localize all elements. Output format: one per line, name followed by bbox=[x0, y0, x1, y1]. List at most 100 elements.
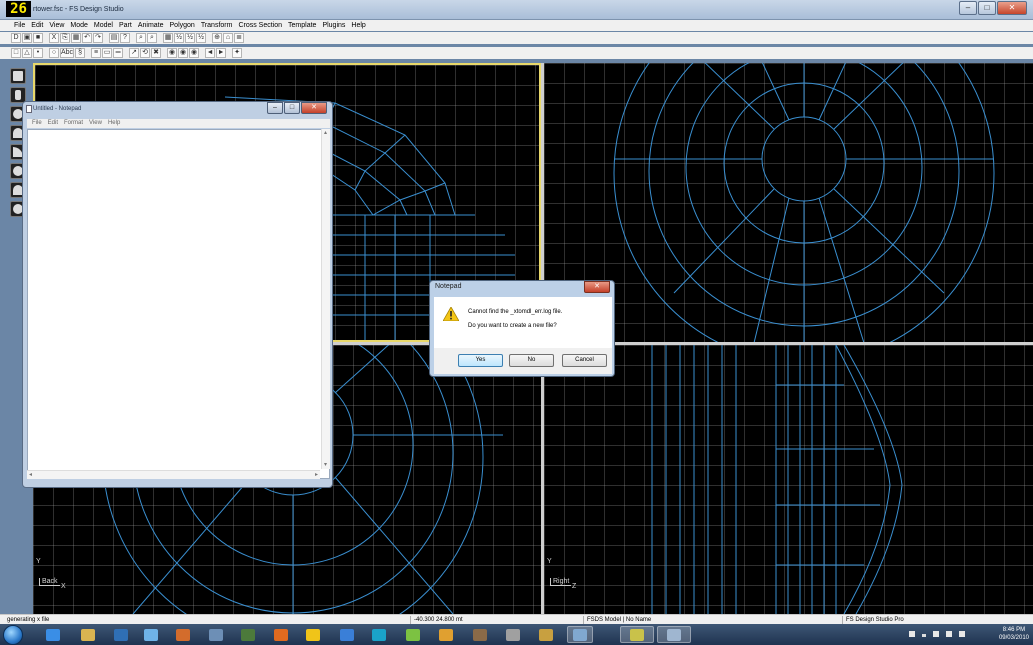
main-tool-6-icon[interactable]: ▦ bbox=[71, 33, 81, 43]
main-tool-11-icon[interactable]: ? bbox=[120, 33, 130, 43]
volume-icon[interactable] bbox=[959, 631, 965, 637]
viewport-top-right[interactable] bbox=[544, 63, 1033, 342]
main-tool-21-icon[interactable]: ⊕ bbox=[212, 33, 222, 43]
main-tool-18-icon[interactable]: ½ bbox=[185, 33, 195, 43]
taskbar-app-11-icon[interactable] bbox=[400, 626, 426, 643]
main-tool-8-icon[interactable]: ↷ bbox=[93, 33, 103, 43]
menu-template[interactable]: Template bbox=[285, 20, 319, 31]
draw-tool-23-icon[interactable]: ✦ bbox=[232, 48, 243, 58]
draw-tool-18-icon[interactable]: ◉ bbox=[189, 48, 200, 58]
draw-tool-9-icon[interactable]: ▭ bbox=[102, 48, 113, 58]
notepad-text-area[interactable] bbox=[27, 129, 330, 479]
notepad-menu-file[interactable]: File bbox=[29, 119, 45, 128]
start-button[interactable] bbox=[3, 625, 23, 645]
taskbar-app-14-icon[interactable] bbox=[500, 626, 526, 643]
draw-tool-21-icon[interactable]: ► bbox=[216, 48, 227, 58]
dialog-close-button[interactable]: ✕ bbox=[584, 281, 610, 293]
draw-tool-2-icon[interactable]: • bbox=[33, 48, 43, 58]
menu-help[interactable]: Help bbox=[348, 20, 368, 31]
menu-plugins[interactable]: Plugins bbox=[319, 20, 348, 31]
close-button[interactable]: ✕ bbox=[997, 1, 1027, 15]
taskbar-app-12-icon[interactable] bbox=[433, 626, 459, 643]
keyboard-icon[interactable] bbox=[909, 631, 915, 637]
notepad-close-button[interactable]: ✕ bbox=[301, 102, 327, 114]
main-tool-13-icon[interactable]: ⌕ bbox=[136, 33, 146, 43]
menu-mode[interactable]: Mode bbox=[67, 20, 91, 31]
taskbar-fsds-icon[interactable] bbox=[657, 626, 691, 643]
menu-file[interactable]: File bbox=[11, 20, 28, 31]
toolbar-separator bbox=[200, 48, 204, 58]
menu-animate[interactable]: Animate bbox=[135, 20, 167, 31]
no-button[interactable]: No bbox=[509, 354, 554, 367]
viewport-bottom-right[interactable]: Y Right Z bbox=[544, 345, 1033, 614]
taskbar-app-4-icon[interactable] bbox=[170, 626, 196, 643]
taskbar-app-10-icon[interactable] bbox=[366, 626, 392, 643]
cancel-button[interactable]: Cancel bbox=[562, 354, 607, 367]
draw-tool-20-icon[interactable]: ◄ bbox=[205, 48, 216, 58]
network-icon[interactable] bbox=[946, 631, 952, 637]
taskbar-app-15-icon[interactable] bbox=[533, 626, 559, 643]
main-tool-14-icon[interactable]: ⌕ bbox=[147, 33, 157, 43]
taskbar-app-7-icon[interactable] bbox=[268, 626, 294, 643]
clock[interactable]: 8:46 PM 09/03/2010 bbox=[999, 626, 1029, 642]
menu-transform[interactable]: Transform bbox=[198, 20, 236, 31]
menu-polygon[interactable]: Polygon bbox=[167, 20, 198, 31]
draw-tool-12-icon[interactable]: ↗ bbox=[129, 48, 140, 58]
menu-edit[interactable]: Edit bbox=[28, 20, 46, 31]
status-coordinates: -40.300 24.800 mt bbox=[410, 616, 463, 624]
main-tool-5-icon[interactable]: ⎘ bbox=[60, 33, 70, 43]
draw-tool-6-icon[interactable]: § bbox=[75, 48, 86, 58]
draw-tool-4-icon[interactable]: ○ bbox=[49, 48, 59, 58]
taskbar-notepad-icon[interactable] bbox=[620, 626, 654, 643]
notepad-maximize-button[interactable]: □ bbox=[284, 102, 300, 114]
main-tool-23-icon[interactable]: ≣ bbox=[234, 33, 244, 43]
taskbar-app-1-icon[interactable] bbox=[75, 626, 101, 643]
draw-tool-8-icon[interactable]: ≡ bbox=[91, 48, 102, 58]
main-tool-17-icon[interactable]: ½ bbox=[174, 33, 184, 43]
taskbar-app-6-icon[interactable] bbox=[235, 626, 261, 643]
maximize-button[interactable]: □ bbox=[978, 1, 996, 15]
minimize-button[interactable]: – bbox=[959, 1, 977, 15]
taskbar-app-9-icon[interactable] bbox=[334, 626, 360, 643]
draw-tool-13-icon[interactable]: ⟲ bbox=[140, 48, 151, 58]
draw-tool-0-icon[interactable]: □ bbox=[11, 48, 21, 58]
draw-tool-10-icon[interactable]: ═ bbox=[113, 48, 124, 58]
menu-view[interactable]: View bbox=[46, 20, 67, 31]
menu-part[interactable]: Part bbox=[116, 20, 135, 31]
draw-tool-1-icon[interactable]: △ bbox=[22, 48, 32, 58]
action-center-flag-icon[interactable] bbox=[933, 631, 939, 637]
notepad-menu-help[interactable]: Help bbox=[105, 119, 123, 128]
notepad-menu-edit[interactable]: Edit bbox=[45, 119, 61, 128]
yes-button[interactable]: Yes bbox=[458, 354, 503, 367]
taskbar-app-16-icon[interactable] bbox=[567, 626, 593, 643]
draw-tool-5-icon[interactable]: Abc bbox=[60, 48, 75, 58]
status-message: generating x file bbox=[7, 617, 50, 623]
main-tool-2-icon[interactable]: ■ bbox=[33, 33, 43, 43]
notepad-menu-format[interactable]: Format bbox=[61, 119, 86, 128]
taskbar-app-13-icon[interactable] bbox=[467, 626, 493, 643]
taskbar-app-8-icon[interactable] bbox=[300, 626, 326, 643]
draw-tool-17-icon[interactable]: ◉ bbox=[178, 48, 189, 58]
menu-model[interactable]: Model bbox=[91, 20, 116, 31]
notepad-minimize-button[interactable]: – bbox=[267, 102, 283, 114]
main-tool-10-icon[interactable]: ▤ bbox=[109, 33, 119, 43]
taskbar-app-2-icon[interactable] bbox=[108, 626, 134, 643]
taskbar-app-5-icon[interactable] bbox=[203, 626, 229, 643]
show-hidden-icons-icon[interactable] bbox=[922, 631, 926, 637]
cube-tool-icon[interactable] bbox=[10, 68, 26, 84]
main-tool-22-icon[interactable]: ⌂ bbox=[223, 33, 233, 43]
main-tool-4-icon[interactable]: X bbox=[49, 33, 59, 43]
menu-cross-section[interactable]: Cross Section bbox=[235, 20, 285, 31]
draw-tool-16-icon[interactable]: ◉ bbox=[167, 48, 178, 58]
taskbar-app-0-icon[interactable] bbox=[40, 626, 66, 643]
draw-tool-14-icon[interactable]: ✖ bbox=[151, 48, 162, 58]
main-tool-7-icon[interactable]: ↶ bbox=[82, 33, 92, 43]
main-tool-1-icon[interactable]: ▣ bbox=[22, 33, 32, 43]
main-tool-19-icon[interactable]: ½ bbox=[196, 33, 206, 43]
main-tool-0-icon[interactable]: D bbox=[11, 33, 21, 43]
axis-x-label: X bbox=[61, 583, 66, 590]
notepad-menu-view[interactable]: View bbox=[86, 119, 105, 128]
app-title: rtower.fsc - FS Design Studio bbox=[33, 6, 124, 13]
main-tool-16-icon[interactable]: ▦ bbox=[163, 33, 173, 43]
taskbar-app-3-icon[interactable] bbox=[138, 626, 164, 643]
